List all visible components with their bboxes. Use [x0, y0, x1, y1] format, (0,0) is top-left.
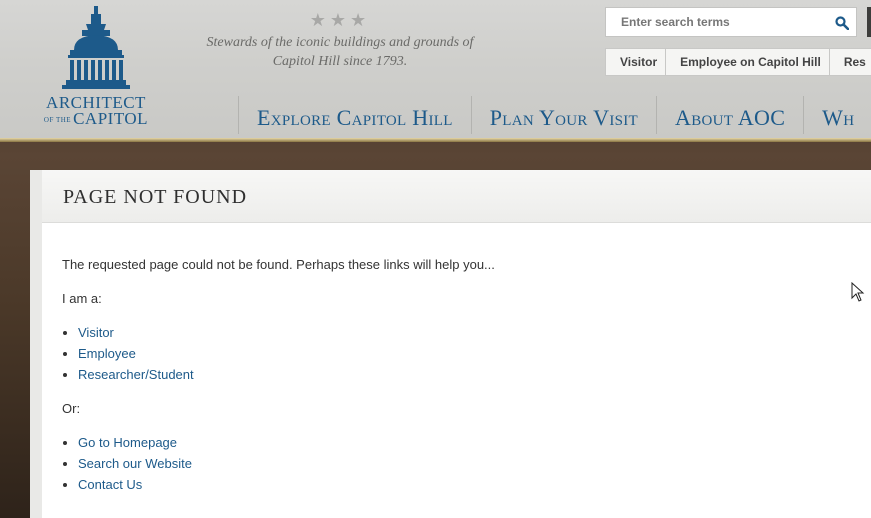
- page-title: PAGE NOT FOUND: [63, 186, 248, 208]
- link-visitor[interactable]: Visitor: [78, 325, 114, 340]
- site-tagline: Stewards of the iconic buildings and gro…: [206, 35, 474, 69]
- list-item: Employee: [78, 345, 842, 362]
- logo-text-capitol: OF THE CAPITOL: [40, 109, 152, 129]
- main-nav: Explore Capitol Hill Plan Your Visit Abo…: [238, 96, 871, 134]
- search-edge: [867, 7, 871, 37]
- audience-link-employee[interactable]: Employee on Capitol Hill: [666, 48, 830, 76]
- i-am-label: I am a:: [62, 291, 102, 306]
- page-title-bar: PAGE NOT FOUND: [42, 170, 871, 223]
- list-item: Search our Website: [78, 455, 842, 472]
- audience-link-researcher[interactable]: Res: [830, 48, 871, 76]
- or-label: Or:: [62, 401, 81, 416]
- search-button[interactable]: [832, 13, 852, 33]
- nav-plan-your-visit[interactable]: Plan Your Visit: [470, 96, 656, 134]
- page-content: The requested page could not be found. P…: [62, 256, 842, 510]
- header-divider: [0, 138, 871, 142]
- link-homepage[interactable]: Go to Homepage: [78, 435, 177, 450]
- list-item: Researcher/Student: [78, 366, 842, 383]
- intro-text: The requested page could not be found. P…: [62, 257, 495, 272]
- other-links-list: Go to Homepage Search our Website Contac…: [62, 434, 842, 493]
- nav-item-truncated[interactable]: Wh: [803, 96, 871, 134]
- list-item: Go to Homepage: [78, 434, 842, 451]
- nav-explore-capitol-hill[interactable]: Explore Capitol Hill: [238, 96, 471, 134]
- list-item: Visitor: [78, 324, 842, 341]
- role-links-list: Visitor Employee Researcher/Student: [62, 324, 842, 383]
- logo-text-of-the: OF THE: [43, 116, 72, 125]
- link-search-website[interactable]: Search our Website: [78, 456, 192, 471]
- nav-about-aoc[interactable]: About AOC: [656, 96, 803, 134]
- audience-nav: Visitor Employee on Capitol Hill Res: [605, 48, 871, 76]
- stars-decoration: ★★★: [309, 10, 371, 30]
- list-item: Contact Us: [78, 476, 842, 493]
- link-contact-us[interactable]: Contact Us: [78, 477, 142, 492]
- logo-text-capitol-main: CAPITOL: [73, 109, 149, 128]
- search-box: [605, 7, 857, 37]
- audience-link-visitor[interactable]: Visitor: [606, 48, 667, 76]
- capitol-dome-icon: [62, 6, 130, 89]
- aoc-logo[interactable]: ARCHITECT OF THE CAPITOL: [40, 6, 152, 129]
- link-researcher-student[interactable]: Researcher/Student: [78, 367, 194, 382]
- link-employee[interactable]: Employee: [78, 346, 136, 361]
- search-icon: [835, 16, 849, 30]
- mouse-cursor-icon: [851, 282, 865, 302]
- panel-edge: [30, 170, 42, 518]
- search-input[interactable]: [606, 8, 826, 36]
